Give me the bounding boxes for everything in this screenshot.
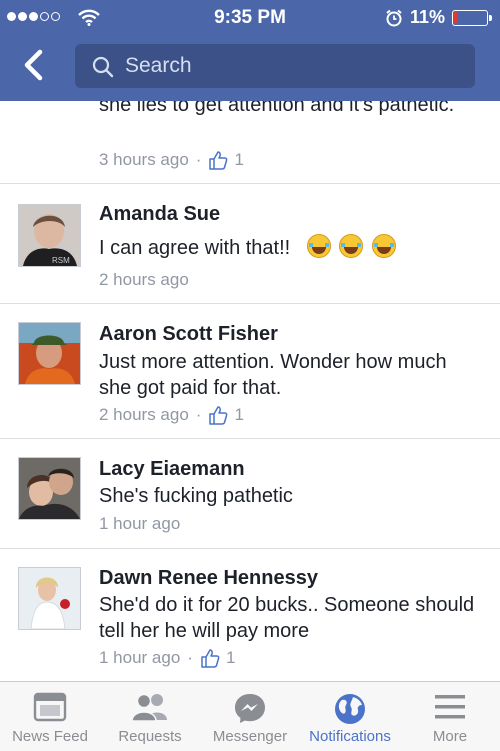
comment-item: she lies to get attention and it's pathe… bbox=[0, 101, 500, 184]
menu-icon bbox=[435, 695, 465, 719]
tab-label: Messenger bbox=[212, 728, 288, 745]
comment-time: 2 hours ago bbox=[99, 405, 189, 424]
battery-percent: 11% bbox=[410, 7, 446, 27]
comment-text-body: I can agree with that!! bbox=[99, 237, 291, 259]
comment-text: I can agree with that!! bbox=[99, 234, 479, 261]
back-chevron-icon[interactable] bbox=[18, 48, 52, 82]
avatar[interactable] bbox=[18, 567, 81, 630]
like-icon[interactable] bbox=[208, 150, 228, 170]
tears-of-joy-emoji-icon bbox=[371, 234, 396, 258]
avatar[interactable] bbox=[18, 457, 81, 520]
comment-text: she lies to get attention and it's pathe… bbox=[99, 101, 455, 116]
battery-icon bbox=[452, 10, 488, 26]
tab-bar: News Feed Requests Messenger Notificatio… bbox=[0, 681, 500, 751]
like-icon[interactable] bbox=[200, 648, 220, 668]
meta-separator: · bbox=[187, 648, 193, 667]
comment-author[interactable]: Dawn Renee Hennessy bbox=[99, 567, 318, 590]
like-icon[interactable] bbox=[208, 405, 228, 425]
news-feed-icon bbox=[33, 692, 67, 722]
search-icon bbox=[92, 56, 114, 78]
comment-meta: 2 hours ago bbox=[99, 270, 189, 290]
comment-text: Just more attention. Wonder how much she… bbox=[99, 351, 447, 399]
comment-author[interactable]: Amanda Sue bbox=[99, 203, 220, 226]
tears-of-joy-emoji-icon bbox=[339, 234, 364, 258]
comment-author[interactable]: Lacy Eiaemann bbox=[99, 458, 245, 481]
comment-meta: 1 hour ago · 1 bbox=[99, 648, 235, 668]
tab-label: More bbox=[432, 728, 468, 745]
comment-list: she lies to get attention and it's pathe… bbox=[0, 101, 500, 681]
tab-news-feed[interactable]: News Feed bbox=[0, 682, 100, 751]
tab-messenger[interactable]: Messenger bbox=[200, 682, 300, 751]
comment-time: 1 hour ago bbox=[99, 514, 181, 533]
comment-text: She'd do it for 20 bucks.. Someone shoul… bbox=[99, 594, 475, 642]
tab-label: News Feed bbox=[12, 728, 88, 745]
tears-of-joy-emoji-icon bbox=[306, 234, 331, 258]
comment-item: Dawn Renee Hennessy She'd do it for 20 b… bbox=[0, 549, 500, 681]
friend-requests-icon bbox=[131, 693, 167, 722]
comment-item: Aaron Scott Fisher Just more attention. … bbox=[0, 304, 500, 439]
avatar[interactable] bbox=[18, 322, 81, 385]
status-bar: 9:35 PM 11% bbox=[0, 0, 500, 36]
comment-meta: 3 hours ago · 1 bbox=[99, 150, 244, 170]
avatar[interactable]: RSM bbox=[18, 204, 81, 267]
globe-icon bbox=[335, 694, 365, 724]
top-bar: 9:35 PM 11% bbox=[0, 0, 500, 101]
meta-separator: · bbox=[195, 405, 202, 424]
comment-time: 1 hour ago bbox=[99, 648, 181, 667]
comment-item: RSM Amanda Sue I can agree with that!! 2… bbox=[0, 184, 500, 304]
tab-label: Notifications bbox=[309, 728, 391, 745]
comment-time: 2 hours ago bbox=[99, 270, 189, 289]
tab-notifications[interactable]: Notifications bbox=[300, 682, 400, 751]
svg-text:RSM: RSM bbox=[52, 256, 70, 265]
comment-item: Lacy Eiaemann She's fucking pathetic 1 h… bbox=[0, 439, 500, 549]
tab-label: Requests bbox=[118, 728, 182, 745]
comment-author[interactable]: Aaron Scott Fisher bbox=[99, 323, 278, 346]
like-count: 1 bbox=[234, 150, 244, 169]
comment-meta: 2 hours ago · 1 bbox=[99, 405, 244, 425]
search-input[interactable] bbox=[125, 44, 455, 88]
tab-requests[interactable]: Requests bbox=[100, 682, 200, 751]
like-count: 1 bbox=[225, 648, 236, 667]
search-bar[interactable] bbox=[75, 44, 475, 88]
alarm-icon bbox=[386, 9, 402, 27]
comment-time: 3 hours ago bbox=[99, 150, 189, 169]
messenger-icon bbox=[235, 694, 265, 723]
like-count: 1 bbox=[234, 405, 244, 424]
comment-meta: 1 hour ago bbox=[99, 514, 180, 534]
comment-text: She's fucking pathetic bbox=[99, 485, 293, 507]
meta-separator: · bbox=[195, 150, 202, 169]
tab-more[interactable]: More bbox=[400, 682, 500, 751]
